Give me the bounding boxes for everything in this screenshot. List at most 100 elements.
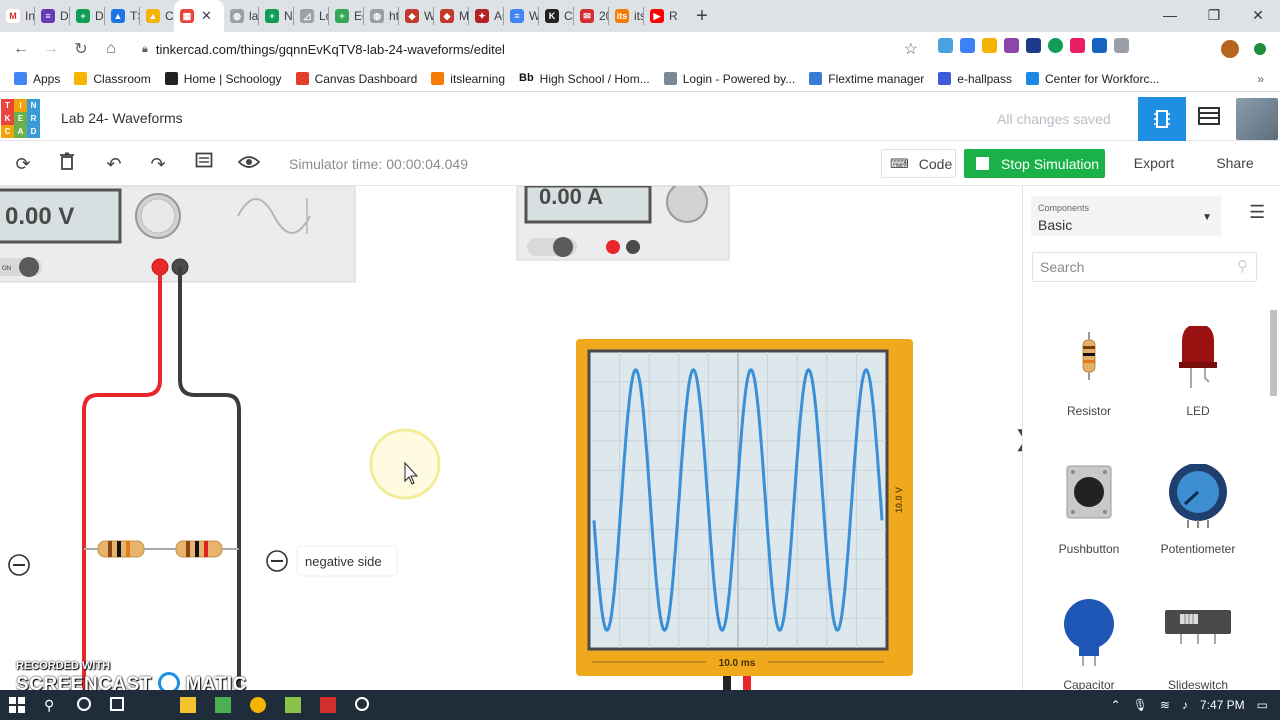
notifications-icon[interactable]: ▭ <box>1257 698 1268 712</box>
browser-tab[interactable]: ◍ lab <box>224 0 258 32</box>
microphone-icon[interactable]: 🎙︎ <box>1133 698 1148 712</box>
file-explorer-icon[interactable] <box>180 697 196 713</box>
browser-tab[interactable]: ✉ 202 <box>574 0 608 32</box>
bookmark-item[interactable]: e-hallpass <box>938 72 1012 86</box>
bookmark-item[interactable]: Apps <box>14 72 60 86</box>
minimize-button[interactable]: — <box>1148 0 1192 32</box>
resistor[interactable] <box>97 540 145 558</box>
browser-tab[interactable]: ▲ CAT <box>140 0 174 32</box>
screencast-icon[interactable] <box>355 697 369 711</box>
close-window-button[interactable]: ✕ <box>1236 0 1280 32</box>
search-icon[interactable]: ⚲ <box>44 697 60 713</box>
power-supply[interactable]: 0.00 A <box>516 186 730 261</box>
extension-icon[interactable] <box>1254 43 1266 55</box>
windows-start-icon[interactable] <box>9 697 25 713</box>
new-tab-button[interactable]: + <box>690 5 714 28</box>
collapse-panel-icon[interactable]: ❯ <box>1014 426 1022 452</box>
black-wire[interactable] <box>178 267 241 690</box>
bookmark-item[interactable]: Canvas Dashboard <box>295 72 417 86</box>
browser-tab[interactable]: its itsle <box>609 0 643 32</box>
browser-tab[interactable]: ◆ Mo <box>434 0 468 32</box>
circuit-view-button[interactable] <box>1138 97 1186 141</box>
browser-tab[interactable]: + Edu <box>329 0 363 32</box>
bookmark-item[interactable]: Center for Workforc... <box>1025 72 1159 86</box>
network-icon[interactable]: ≋ <box>1160 698 1170 712</box>
bookmark-item[interactable]: Home | Schoology <box>164 72 282 86</box>
notes-icon[interactable] <box>191 151 217 177</box>
home-icon[interactable]: ⌂ <box>96 40 126 58</box>
oscilloscope[interactable]: 10.0 V 10.0 ms <box>576 339 913 690</box>
red-wire[interactable] <box>82 267 162 690</box>
app-icon[interactable] <box>285 697 301 713</box>
browser-tab[interactable]: ◍ http <box>364 0 398 32</box>
component-pushbutton[interactable]: Pushbutton <box>1034 464 1144 556</box>
browser-tab[interactable]: K Coc <box>539 0 573 32</box>
browser-tab[interactable]: ≡ Dai <box>35 0 69 32</box>
redo-icon[interactable]: ↷ <box>145 151 171 177</box>
components-dropdown[interactable]: Components Basic ▼ <box>1031 196 1221 236</box>
extension-icon[interactable] <box>938 38 953 53</box>
extension-icon[interactable] <box>1048 38 1063 53</box>
browser-tab[interactable]: M Inb <box>0 0 34 32</box>
component-led[interactable]: LED <box>1143 324 1253 418</box>
bookmark-item[interactable]: Flextime manager <box>809 72 924 86</box>
rotate-icon[interactable]: ⟳ <box>10 151 36 177</box>
browser-tab[interactable]: ▶ Rec <box>644 0 678 32</box>
back-icon[interactable]: ← <box>6 40 36 58</box>
maximize-button[interactable]: ❐ <box>1192 0 1236 32</box>
store-icon[interactable] <box>215 697 231 713</box>
extension-icon[interactable] <box>1070 38 1085 53</box>
browser-tab[interactable]: ◿ Log <box>294 0 328 32</box>
component-resistor[interactable]: Resistor <box>1034 326 1144 418</box>
browser-tab[interactable]: ≡ Wh <box>504 0 538 32</box>
circuit-canvas[interactable]: 0.00 V ON 0.00 A negative side 10.0 V 10… <box>0 186 1022 690</box>
panel-scrollbar[interactable] <box>1269 298 1277 690</box>
tray-up-icon[interactable]: ⌃ <box>1111 698 1121 712</box>
browser-tab[interactable]: ▲ TSA <box>105 0 139 32</box>
scope-probe-red[interactable] <box>743 676 751 690</box>
close-tab-icon[interactable]: ✕ <box>201 8 212 24</box>
scope-probe-black[interactable] <box>723 676 731 690</box>
bookmark-item[interactable]: Bb High School / Hom... <box>519 72 650 86</box>
browser-tab[interactable]: ◆ Wh <box>399 0 433 32</box>
chrome-icon[interactable] <box>250 697 266 713</box>
bookmark-star-icon[interactable]: ☆ <box>904 39 918 59</box>
extension-icon[interactable] <box>1092 38 1107 53</box>
export-button[interactable]: Export <box>1120 149 1188 178</box>
tinkercad-logo[interactable]: TINKERCAD <box>1 99 42 138</box>
component-potentiometer[interactable]: Potentiometer <box>1143 463 1253 556</box>
extension-icon[interactable] <box>1114 38 1129 53</box>
list-icon[interactable]: ☰ <box>1249 202 1265 223</box>
bookmark-item[interactable]: Classroom <box>74 72 151 86</box>
bookmarks-more-icon[interactable]: » <box>1257 72 1264 86</box>
function-generator[interactable]: 0.00 V ON <box>0 186 356 283</box>
reload-icon[interactable]: ↻ <box>66 39 96 59</box>
task-view-icon[interactable] <box>110 697 124 711</box>
current-knob[interactable] <box>666 186 708 223</box>
code-button[interactable]: ⌨︎ Code <box>881 149 956 178</box>
note-negative-side[interactable]: negative side <box>305 554 382 569</box>
share-button[interactable]: Share <box>1204 149 1266 178</box>
browser-tab[interactable]: + Dai <box>70 0 104 32</box>
extension-icon[interactable] <box>960 38 975 53</box>
component-slideswitch[interactable]: Slideswitch <box>1143 596 1253 690</box>
project-title[interactable]: Lab 24- Waveforms <box>61 110 183 126</box>
bookmark-item[interactable]: itslearning <box>431 72 505 86</box>
search-input[interactable]: Search ⚲ <box>1032 252 1257 282</box>
volume-icon[interactable]: ♪ <box>1182 698 1188 712</box>
browser-tab[interactable]: ✦ AC <box>469 0 503 32</box>
acrobat-icon[interactable] <box>320 697 336 713</box>
browser-tab[interactable]: + No <box>259 0 293 32</box>
extension-icon[interactable] <box>1004 38 1019 53</box>
resistor[interactable] <box>175 540 223 558</box>
address-bar[interactable]: 🔒︎ tinkercad.com/things/gqnnEvKqTV8-lab-… <box>132 36 922 62</box>
component-capacitor[interactable]: Capacitor <box>1034 596 1144 690</box>
undo-icon[interactable]: ↶ <box>101 151 127 177</box>
forward-icon[interactable]: → <box>36 40 66 58</box>
user-avatar[interactable] <box>1236 98 1278 140</box>
delete-icon[interactable] <box>54 151 80 177</box>
clock[interactable]: 7:47 PM <box>1200 698 1245 712</box>
extension-icon[interactable] <box>1026 38 1041 53</box>
profile-avatar[interactable] <box>1221 40 1239 58</box>
scrollbar-thumb[interactable] <box>1270 310 1277 396</box>
